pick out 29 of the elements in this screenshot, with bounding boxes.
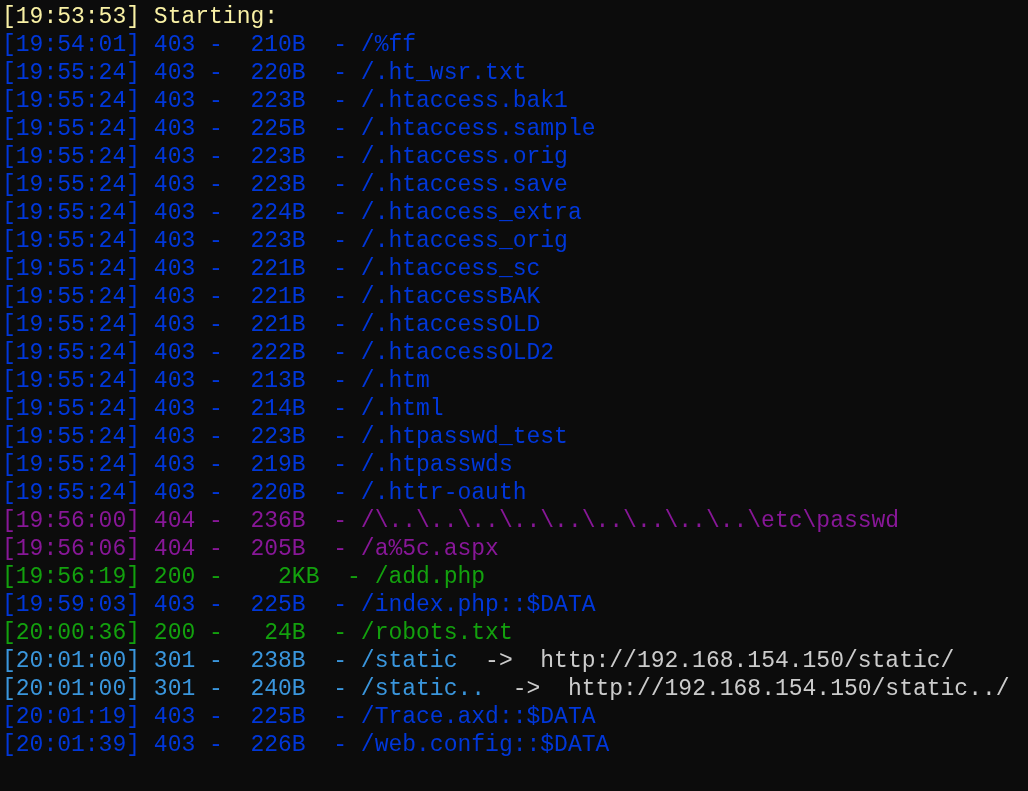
log-line: [19:54:01] 403 - 210B - /%ff	[2, 31, 417, 59]
log-line: [19:55:24] 403 - 223B - /.htaccess.save	[2, 171, 568, 199]
log-line: [20:01:19] 403 - 225B - /Trace.axd::$DATA	[2, 703, 596, 731]
log-line: [19:55:24] 403 - 214B - /.html	[2, 395, 444, 423]
log-line: [19:55:24] 403 - 223B - /.htaccess.bak1	[2, 87, 568, 115]
log-line: [19:55:24] 403 - 220B - /.ht_wsr.txt	[2, 59, 527, 87]
log-line: [19:55:24] 403 - 223B - /.htaccess_orig	[2, 227, 568, 255]
log-line: [19:56:06] 404 - 205B - /a%5c.aspx	[2, 535, 499, 563]
log-line: [20:00:36] 200 - 24B - /robots.txt	[2, 619, 513, 647]
log-line: [20:01:00] 301 - 240B - /static..	[2, 675, 486, 703]
log-line: [19:55:24] 403 - 223B - /.htaccess.orig	[2, 143, 568, 171]
redirect-text: -> http://192.168.154.150/static/	[484, 647, 955, 675]
log-line: [19:53:53] Starting:	[2, 3, 279, 31]
log-line: [20:01:00] 301 - 238B - /static	[2, 647, 458, 675]
log-line: [19:56:19] 200 - 2KB - /add.php	[2, 563, 486, 591]
log-line: [19:55:24] 403 - 213B - /.htm	[2, 367, 430, 395]
log-line: [20:01:39] 403 - 226B - /web.config::$DATA	[2, 731, 610, 759]
log-line: [19:55:24] 403 - 221B - /.htaccess_sc	[2, 255, 541, 283]
redirect-text: -> http://192.168.154.150/static../	[511, 675, 1010, 703]
log-line: [19:55:24] 403 - 222B - /.htaccessOLD2	[2, 339, 555, 367]
log-line: [19:55:24] 403 - 225B - /.htaccess.sample	[2, 115, 596, 143]
log-line: [19:55:24] 403 - 220B - /.httr-oauth	[2, 479, 527, 507]
log-line: [19:59:03] 403 - 225B - /index.php::$DATA	[2, 591, 596, 619]
log-line: [19:55:24] 403 - 223B - /.htpasswd_test	[2, 423, 568, 451]
log-line: [19:55:24] 403 - 221B - /.htaccessBAK	[2, 283, 541, 311]
log-line: [19:55:24] 403 - 221B - /.htaccessOLD	[2, 311, 541, 339]
log-line: [19:55:24] 403 - 219B - /.htpasswds	[2, 451, 513, 479]
log-line: [19:56:00] 404 - 236B - /\..\..\..\..\..\..\..\..\..\etc\passwd	[2, 507, 900, 535]
log-line: [19:55:24] 403 - 224B - /.htaccess_extra	[2, 199, 582, 227]
